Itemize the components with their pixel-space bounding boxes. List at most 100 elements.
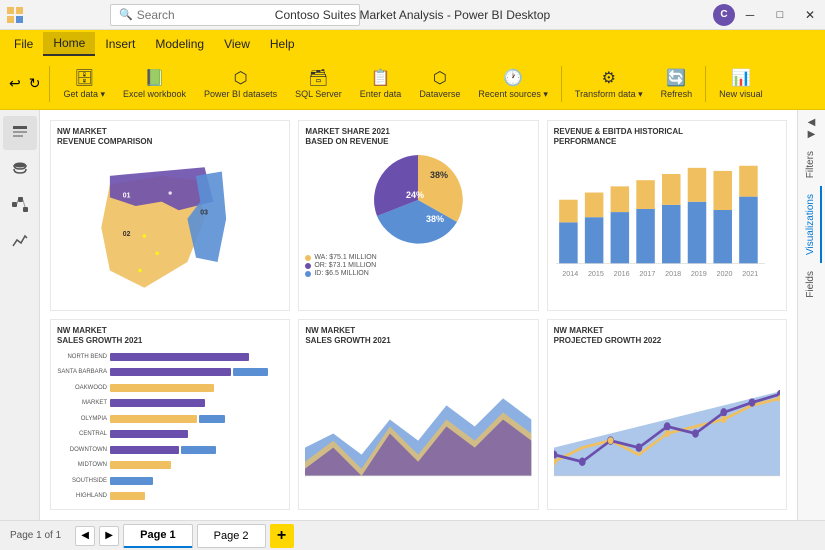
sidebar-model-icon[interactable]	[3, 188, 37, 222]
nw-market-sales-card[interactable]: NW MARKETSALES GROWTH 2021	[298, 319, 538, 510]
excel-label: Excel workbook	[123, 89, 186, 99]
revenue-ebitda-card[interactable]: REVENUE & EBITDA HISTORICALPERFORMANCE	[547, 120, 787, 311]
panel-tab-filters[interactable]: Filters	[801, 143, 822, 186]
hbar-purple-4	[110, 399, 205, 407]
hbar-row-7: DOWNTOWN	[57, 446, 283, 454]
sidebar-report-icon[interactable]	[3, 116, 37, 150]
line-chart-container	[554, 349, 780, 504]
market-share-card[interactable]: MARKET SHARE 2021BASED ON REVENUE 38% 24…	[298, 120, 538, 311]
hbar-purple-6	[110, 430, 188, 438]
hbar-container: NORTH BEND SANTA BARBARA OAKWOOD	[57, 349, 283, 504]
maximize-button[interactable]: □	[765, 0, 795, 30]
refresh-button[interactable]: 🔄 Refresh	[654, 62, 700, 106]
add-page-button[interactable]: +	[270, 524, 294, 548]
svg-text:2018: 2018	[665, 269, 681, 278]
page-prev-button[interactable]: ◀	[75, 526, 95, 546]
svg-text:38%: 38%	[426, 214, 444, 224]
hbar-row-2: SANTA BARBARA	[57, 368, 283, 376]
transform-data-button[interactable]: ⚙ Transform data ▾	[568, 62, 650, 106]
legend-or: OR: $73.1 MILLION	[305, 262, 531, 269]
bottombar: Page 1 of 1 ◀ ▶ Page 1 Page 2 +	[0, 520, 825, 550]
svg-text:2016: 2016	[613, 269, 629, 278]
hbar-label-10: HIGHLAND	[57, 493, 107, 499]
hbar-label-6: CENTRAL	[57, 431, 107, 437]
nw-market-sales-title: NW MARKETSALES GROWTH 2021	[305, 326, 531, 345]
nw-sales-locations-card[interactable]: NW MARKETSALES GROWTH 2021 NORTH BEND SA…	[50, 319, 290, 510]
enter-data-button[interactable]: 📋 Enter data	[353, 62, 409, 106]
excel-icon: 📗	[145, 68, 165, 88]
sidebar-data-icon[interactable]	[3, 152, 37, 186]
menu-view[interactable]: View	[214, 33, 260, 55]
hbar-blue-2	[233, 368, 268, 376]
refresh-label: Refresh	[661, 89, 693, 99]
hbar-label-1: NORTH BEND	[57, 354, 107, 360]
pie-legend: WA: $75.1 MILLION OR: $73.1 MILLION ID: …	[305, 254, 531, 278]
hbar-row-6: CENTRAL	[57, 430, 283, 438]
dataverse-button[interactable]: ⬡ Dataverse	[412, 62, 467, 106]
panel-collapse-arrows: ◀ ▶	[805, 114, 819, 143]
hbar-gold-5	[110, 415, 197, 423]
hbar-purple-2	[110, 368, 231, 376]
hbar-label-7: DOWNTOWN	[57, 447, 107, 453]
nw-sales-locations-title: NW MARKETSALES GROWTH 2021	[57, 326, 283, 345]
refresh-icon: 🔄	[666, 68, 686, 88]
legend-or-text: OR: $73.1 MILLION	[314, 262, 376, 269]
canvas-area[interactable]: NW MARKETREVENUE COMPARISON 01 02 03	[40, 110, 797, 520]
recent-sources-icon: 🕐	[503, 68, 523, 88]
panel-tab-visualizations[interactable]: Visualizations	[801, 186, 822, 263]
page-next-button[interactable]: ▶	[99, 526, 119, 546]
sql-server-button[interactable]: 🗃 SQL Server	[288, 62, 349, 106]
sidebar-analytics-icon[interactable]	[3, 224, 37, 258]
menu-home[interactable]: Home	[43, 32, 95, 56]
hbar-track-2	[110, 368, 283, 376]
window-controls: C ─ □ ✕	[713, 0, 825, 30]
new-visual-label: New visual	[719, 89, 763, 99]
hbar-track-4	[110, 399, 283, 407]
hbar-label-8: MIDTOWN	[57, 462, 107, 468]
window-title: Contoso Suites Market Analysis - Power B…	[275, 8, 550, 22]
nw-market-revenue-card[interactable]: NW MARKETREVENUE COMPARISON 01 02 03	[50, 120, 290, 311]
nw-market-projected-card[interactable]: NW MARKETPROJECTED GROWTH 2022	[547, 319, 787, 510]
hbar-label-5: OLYMPIA	[57, 416, 107, 422]
get-data-button[interactable]: 🗄 Get data ▾	[56, 62, 112, 106]
svg-text:02: 02	[123, 231, 131, 238]
get-data-icon: 🗄	[74, 68, 94, 88]
user-avatar[interactable]: C	[713, 4, 735, 26]
panel-arrow-right[interactable]: ▶	[808, 129, 816, 140]
content-wrapper: NW MARKETREVENUE COMPARISON 01 02 03	[0, 110, 825, 520]
panel-arrow-left[interactable]: ◀	[808, 117, 816, 128]
hbar-purple-7	[110, 446, 179, 454]
legend-id: ID: $6.5 MILLION	[305, 270, 531, 277]
menu-insert[interactable]: Insert	[95, 33, 145, 55]
hbar-blue-9	[110, 477, 153, 485]
hbar-track-10	[110, 492, 283, 500]
separator-3	[705, 66, 706, 102]
excel-workbook-button[interactable]: 📗 Excel workbook	[116, 62, 193, 106]
close-button[interactable]: ✕	[795, 0, 825, 30]
page-tab-2[interactable]: Page 2	[197, 524, 266, 548]
market-share-title: MARKET SHARE 2021BASED ON REVENUE	[305, 127, 531, 146]
new-visual-button[interactable]: 📊 New visual	[712, 62, 770, 106]
powerbi-datasets-button[interactable]: ⬡ Power BI datasets	[197, 62, 284, 106]
panel-tab-fields[interactable]: Fields	[801, 263, 822, 306]
legend-wa-dot	[305, 255, 311, 261]
svg-text:2014: 2014	[562, 269, 578, 278]
menu-file[interactable]: File	[4, 33, 43, 55]
dashboard-grid: NW MARKETREVENUE COMPARISON 01 02 03	[50, 120, 787, 510]
redo-button[interactable]: ↻	[26, 72, 44, 95]
hbar-row-1: NORTH BEND	[57, 353, 283, 361]
menu-modeling[interactable]: Modeling	[145, 33, 214, 55]
minimize-button[interactable]: ─	[735, 0, 765, 30]
hbar-row-4: MARKET	[57, 399, 283, 407]
hbar-purple-1	[110, 353, 249, 361]
recent-sources-button[interactable]: 🕐 Recent sources ▾	[471, 62, 555, 106]
map-container: 01 02 03	[57, 150, 283, 305]
undo-button[interactable]: ↩	[6, 72, 24, 95]
page-tab-1[interactable]: Page 1	[123, 524, 192, 548]
hbar-gold-3	[110, 384, 214, 392]
menu-help[interactable]: Help	[260, 33, 305, 55]
search-icon: 🔍	[119, 8, 133, 21]
hbar-track-9	[110, 477, 283, 485]
hbar-row-5: OLYMPIA	[57, 415, 283, 423]
enter-data-label: Enter data	[360, 89, 402, 99]
